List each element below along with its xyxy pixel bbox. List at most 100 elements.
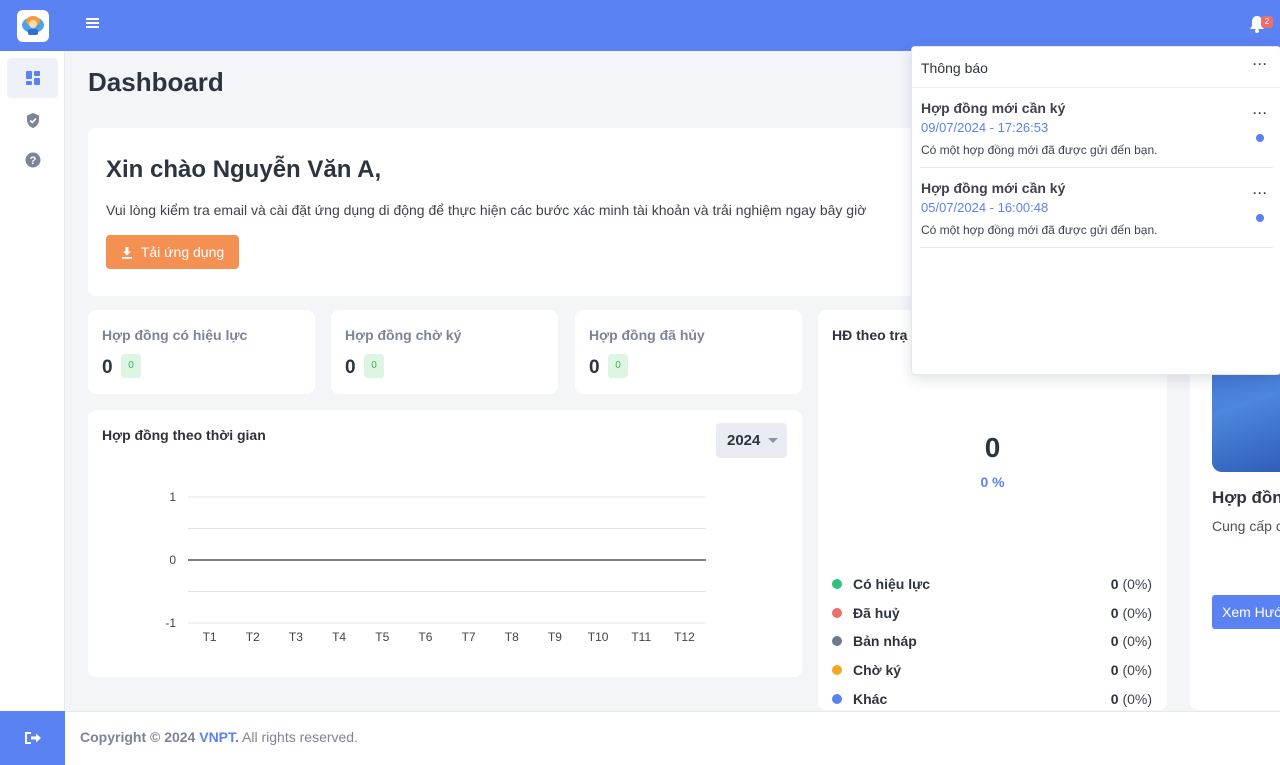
sidebar-item-security[interactable] bbox=[7, 100, 58, 140]
stat-value: 0 bbox=[345, 357, 356, 378]
legend-item: Đã huỷ 0 (0%) bbox=[832, 603, 1152, 623]
stat-card-cancelled: Hợp đồng đã hủy 0 0 bbox=[575, 310, 802, 394]
logo-icon bbox=[16, 9, 49, 42]
legend-dot bbox=[832, 579, 842, 589]
stat-badge: 0 bbox=[121, 354, 141, 378]
y-tick-label: -1 bbox=[165, 616, 176, 630]
x-tick-label: T12 bbox=[674, 630, 695, 644]
notification-item-title: Hợp đồng mới cần ký bbox=[921, 180, 1066, 196]
footer-suffix: All rights reserved. bbox=[242, 729, 358, 745]
notification-item[interactable]: Hợp đồng mới cần ký 09/07/2024 - 17:26:5… bbox=[920, 88, 1273, 168]
legend-label: Bản nháp bbox=[853, 633, 917, 650]
dashboard-icon bbox=[25, 71, 40, 85]
status-chart-title: HĐ theo trạ bbox=[832, 327, 908, 343]
menu-toggle-button[interactable] bbox=[85, 16, 103, 34]
x-tick-label: T9 bbox=[548, 630, 562, 644]
legend-percent: (0%) bbox=[1122, 662, 1152, 679]
notification-item-message: Có một hợp đồng mới đã được gửi đến bạn. bbox=[921, 143, 1158, 157]
legend-item: Có hiệu lực 0 (0%) bbox=[832, 574, 1152, 594]
logout-icon bbox=[24, 732, 41, 744]
welcome-message: Vui lòng kiểm tra email và cài đặt ứng d… bbox=[106, 202, 867, 218]
legend-item: Khác 0 (0%) bbox=[832, 689, 1152, 709]
sidebar-item-help[interactable]: ? bbox=[7, 140, 58, 180]
legend-label: Chờ ký bbox=[853, 662, 902, 679]
y-tick-label: 0 bbox=[169, 553, 176, 567]
legend-percent: (0%) bbox=[1122, 633, 1152, 650]
legend-label: Đã huỷ bbox=[853, 604, 900, 621]
notification-item-message: Có một hợp đồng mới đã được gửi đến bạn. bbox=[921, 223, 1158, 237]
footer-copyright: Copyright © 2024 VNPT. All rights reserv… bbox=[80, 729, 358, 745]
download-app-label: Tải ứng dụng bbox=[140, 244, 225, 260]
stat-card-pending: Hợp đồng chờ ký 0 0 bbox=[331, 310, 558, 394]
guide-description: Cung cấp c bên giao k điện tử. bbox=[1212, 518, 1280, 534]
x-tick-label: T10 bbox=[588, 630, 609, 644]
stat-label: Hợp đồng chờ ký bbox=[345, 327, 462, 343]
time-chart-card: Hợp đồng theo thời gian 2024 1 0 -1 T1 T2 T3 T… bbox=[88, 410, 802, 677]
footer: Copyright © 2024 VNPT. All rights reserv… bbox=[65, 711, 1280, 765]
page-title: Dashboard bbox=[88, 67, 224, 97]
legend-item: Chờ ký 0 (0%) bbox=[832, 660, 1152, 680]
x-tick-label: T7 bbox=[462, 630, 476, 644]
help-icon: ? bbox=[25, 152, 40, 168]
notification-item-title: Hợp đồng mới cần ký bbox=[921, 100, 1066, 116]
legend-dot bbox=[832, 693, 842, 704]
legend-value: 0 bbox=[1110, 633, 1119, 650]
line-chart: 1 0 -1 T1 T2 T3 T4 T5 T6 T7 T8 T9 T10 T11 T12 bbox=[165, 490, 706, 644]
notification-item-datetime: 05/07/2024 - 16:00:48 bbox=[921, 200, 1049, 215]
legend-value: 0 bbox=[1110, 662, 1119, 679]
stat-badge: 0 bbox=[608, 354, 628, 378]
notification-title: Thông báo bbox=[921, 60, 988, 76]
legend-percent: (0%) bbox=[1122, 576, 1152, 592]
notification-item-datetime: 09/07/2024 - 17:26:53 bbox=[921, 120, 1049, 135]
legend-item: Bản nháp 0 (0%) bbox=[832, 631, 1152, 651]
notification-dropdown: Thông báo ··· Hợp đồng mới cần ký 09/07/… bbox=[911, 46, 1280, 375]
x-tick-label: T5 bbox=[375, 630, 389, 644]
legend-percent: (0%) bbox=[1122, 690, 1152, 707]
legend-value: 0 bbox=[1110, 690, 1119, 707]
topbar: 2 bbox=[65, 0, 1280, 51]
guide-button[interactable]: Xem Hướ bbox=[1212, 595, 1280, 629]
legend-label: Khác bbox=[853, 690, 888, 707]
logo[interactable] bbox=[0, 0, 65, 51]
guide-title: Hợp đồn bbox=[1212, 488, 1280, 507]
notification-count-badge: 2 bbox=[1261, 16, 1273, 28]
unread-dot bbox=[1256, 214, 1264, 222]
legend-dot bbox=[832, 636, 842, 647]
stat-value: 0 bbox=[102, 357, 113, 378]
item-more-options-icon[interactable]: ··· bbox=[1253, 186, 1268, 200]
stat-value: 0 bbox=[589, 357, 600, 378]
y-tick-label: 1 bbox=[169, 490, 176, 504]
legend-label: Có hiệu lực bbox=[853, 576, 931, 592]
hamburger-icon bbox=[86, 18, 99, 28]
x-tick-label: T8 bbox=[505, 630, 519, 644]
stat-label: Hợp đồng đã hủy bbox=[589, 327, 705, 343]
legend-dot bbox=[832, 607, 842, 618]
stat-badge: 0 bbox=[364, 354, 384, 378]
footer-brand-link[interactable]: VNPT. bbox=[199, 729, 239, 745]
legend-value: 0 bbox=[1110, 604, 1119, 621]
status-percent: 0 % bbox=[980, 474, 1005, 490]
sidebar: ? bbox=[0, 0, 65, 765]
legend-dot bbox=[832, 665, 842, 676]
download-app-button[interactable]: Tải ứng dụng bbox=[106, 235, 239, 269]
x-tick-label: T4 bbox=[332, 630, 346, 644]
stat-label: Hợp đồng có hiệu lực bbox=[102, 327, 248, 343]
legend-value: 0 bbox=[1110, 576, 1119, 592]
stat-card-active: Hợp đồng có hiệu lực 0 0 bbox=[88, 310, 315, 394]
notification-item[interactable]: Hợp đồng mới cần ký 05/07/2024 - 16:00:4… bbox=[920, 168, 1273, 248]
sidebar-item-dashboard[interactable] bbox=[7, 58, 58, 98]
shield-icon bbox=[26, 112, 39, 128]
x-tick-label: T6 bbox=[418, 630, 432, 644]
x-tick-label: T1 bbox=[203, 630, 217, 644]
item-more-options-icon[interactable]: ··· bbox=[1253, 106, 1268, 120]
x-tick-label: T3 bbox=[289, 630, 303, 644]
download-icon bbox=[121, 246, 132, 259]
more-options-icon[interactable]: ··· bbox=[1253, 57, 1268, 71]
legend-percent: (0%) bbox=[1122, 604, 1152, 621]
notification-header: Thông báo ··· bbox=[912, 47, 1280, 88]
svg-text:?: ? bbox=[29, 155, 36, 167]
unread-dot bbox=[1256, 134, 1264, 142]
footer-prefix: Copyright © 2024 bbox=[80, 729, 196, 745]
logout-button[interactable] bbox=[0, 711, 65, 765]
x-tick-label: T2 bbox=[246, 630, 260, 644]
